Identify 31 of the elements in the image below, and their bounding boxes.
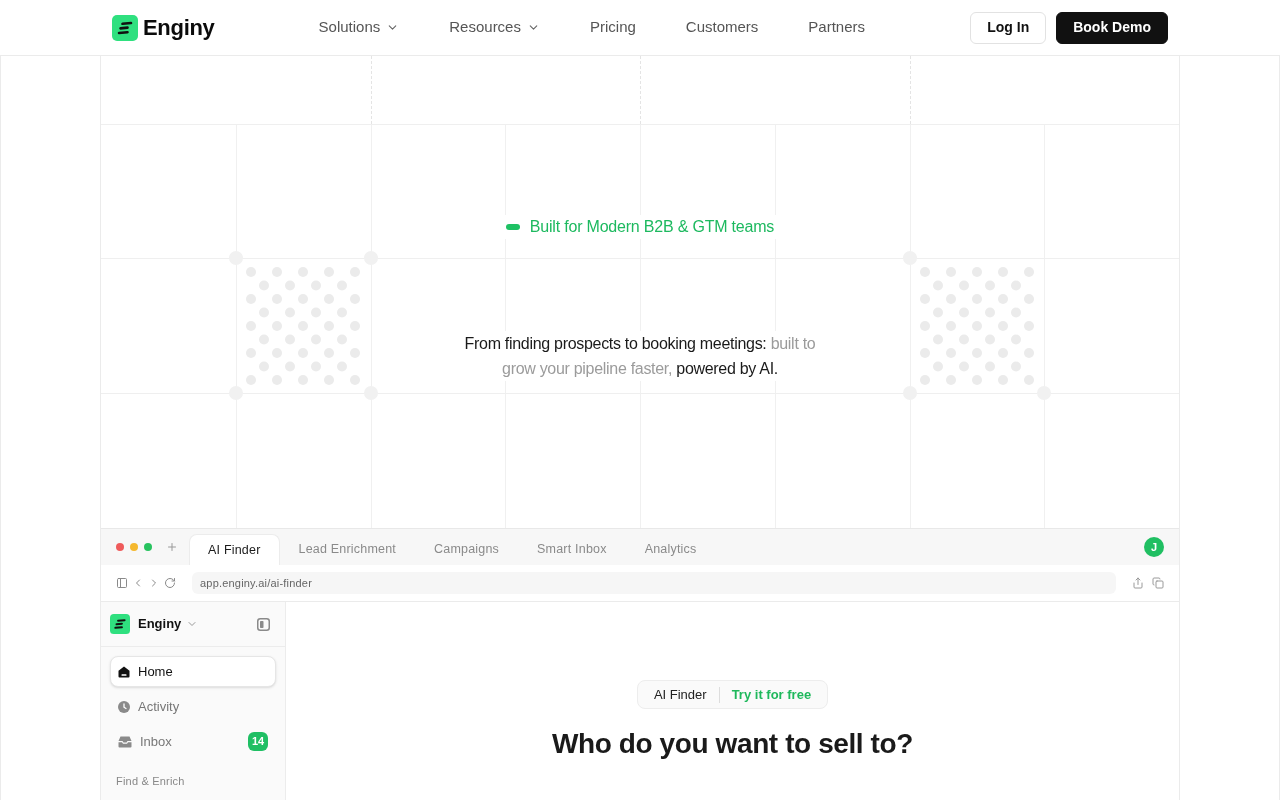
book-demo-button[interactable]: Book Demo (1056, 11, 1168, 44)
copy-icon[interactable] (1152, 577, 1164, 589)
share-icon[interactable] (1132, 577, 1144, 589)
reload-icon[interactable] (164, 577, 176, 589)
nav-link[interactable]: Partners (808, 16, 866, 39)
count-badge: 14 (248, 732, 268, 751)
sidebar-item[interactable]: Activity (110, 691, 276, 722)
login-button[interactable]: Log In (970, 11, 1047, 44)
hero-tagline: Built for Modern B2B & GTM teams (529, 217, 775, 237)
clock-icon (118, 700, 130, 713)
sidebar-toggle-icon[interactable] (116, 577, 128, 589)
workspace-name[interactable]: Enginy (138, 614, 182, 634)
pill-dash-icon (505, 224, 520, 230)
nav-link[interactable]: Pricing (589, 16, 636, 39)
pill-label: AI Finder (653, 685, 707, 704)
section-label: Find & Enrich (115, 774, 186, 789)
sidebar-item[interactable]: Home (110, 656, 276, 687)
logo-icon (112, 14, 138, 41)
nav-link[interactable]: Customers (685, 16, 759, 39)
nav-link[interactable]: Solutions (318, 16, 400, 39)
nav-link[interactable]: Resources (449, 16, 540, 39)
main-heading: Who do you want to sell to? (552, 727, 913, 761)
address-field[interactable]: app.enginy.ai/ai-finder (192, 572, 1116, 594)
new-tab-icon[interactable] (166, 541, 178, 553)
sidebar-item[interactable]: Inbox 14 (110, 726, 276, 757)
inbox-tray-icon (118, 735, 132, 748)
logo-wordmark[interactable]: Enginy (143, 16, 215, 39)
home-icon (118, 665, 130, 678)
collapse-sidebar-icon[interactable] (257, 617, 270, 631)
browser-tab[interactable]: AI Finder (189, 534, 280, 565)
workspace-logo-icon (110, 614, 130, 634)
